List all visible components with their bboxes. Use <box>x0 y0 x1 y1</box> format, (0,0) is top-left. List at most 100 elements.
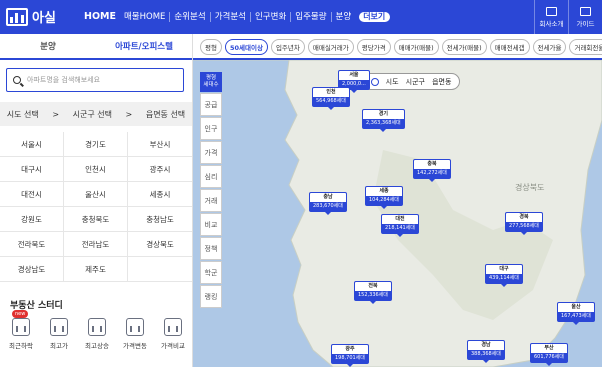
marker-value: 152,336세대 <box>355 291 391 300</box>
map-marker-gyeonggi[interactable]: 경기 2,363,368세대 <box>362 109 405 132</box>
marker-name: 충남 <box>323 194 333 200</box>
map-marker-chungnam[interactable]: 충남 283,670세대 <box>309 192 347 215</box>
region-item[interactable]: 세종시 <box>128 182 192 207</box>
nav-listings[interactable]: 매물HOME <box>120 12 171 22</box>
top-navigation-bar: 아실 HOME 매물HOME 순위분석 가격분석 인구변화 입주물량 분양 더보… <box>0 0 602 34</box>
filter-chip[interactable]: 매매가(매물) <box>393 39 439 55</box>
map-marker-busan[interactable]: 부산 601,776세대 <box>530 343 568 366</box>
map-marker-gyeongbuk[interactable]: 경북 277,568세대 <box>505 212 543 235</box>
study-price-compare[interactable]: 가격비교 <box>156 318 190 350</box>
toolbar-policy[interactable]: 정책 <box>200 237 222 260</box>
map-marker-jeonbuk[interactable]: 전북 152,336세대 <box>354 281 392 304</box>
region-item[interactable]: 충청남도 <box>128 207 192 232</box>
nav-population[interactable]: 인구변화 <box>251 12 292 22</box>
filter-chip-active[interactable]: 50세대이상 <box>224 39 268 55</box>
company-info-label: 회사소개 <box>539 19 564 28</box>
filter-chip[interactable]: 전세가율 <box>532 39 567 55</box>
marker-name: 서울 <box>349 72 359 78</box>
guide-button[interactable]: 가이드 <box>568 0 602 34</box>
region-item[interactable]: 경상남도 <box>0 257 64 282</box>
marker-name: 경기 <box>378 111 388 117</box>
tab-apartment[interactable]: 아파트/오피스텔 <box>96 34 192 58</box>
region-item[interactable]: 경상북도 <box>128 232 192 257</box>
right-menu: 회사소개 가이드 <box>534 0 602 34</box>
toolbar-price[interactable]: 가격 <box>200 141 222 164</box>
company-info-button[interactable]: 회사소개 <box>534 0 568 34</box>
tab-presale[interactable]: 분양 <box>0 34 96 58</box>
filter-chip[interactable]: 평형 <box>200 39 222 55</box>
region-item[interactable]: 전라북도 <box>0 232 64 257</box>
toolbar-compare[interactable]: 비교 <box>200 213 222 236</box>
region-grid: 서울시 경기도 부산시 대구시 인천시 광주시 대전시 울산시 세종시 강원도 … <box>0 132 192 282</box>
toolbar-supply[interactable]: 공급 <box>200 93 222 116</box>
toolbar-trade[interactable]: 거래 <box>200 189 222 212</box>
region-item[interactable]: 서울시 <box>0 132 64 157</box>
map-marker-chungbuk[interactable]: 충북 142,272세대 <box>413 159 451 182</box>
toolbar-header[interactable]: 평형 세대수 <box>200 72 222 92</box>
level-province[interactable]: 시도 <box>386 77 399 87</box>
study-label: 최고가 <box>50 342 68 350</box>
region-item[interactable]: 부산시 <box>128 132 192 157</box>
nav-home[interactable]: HOME <box>80 12 120 22</box>
map-marker-sejong[interactable]: 세종 104,284세대 <box>365 186 403 209</box>
study-price-change[interactable]: 가격변동 <box>118 318 152 350</box>
breadcrumb-separator: > <box>52 109 60 119</box>
study-label: 최고상승 <box>85 342 109 350</box>
search-input[interactable]: 아파트명을 검색해보세요 <box>6 68 184 92</box>
nav-presale[interactable]: 분양 <box>332 12 356 22</box>
region-item[interactable]: 대구시 <box>0 157 64 182</box>
nav-price-analysis[interactable]: 가격분석 <box>211 12 251 22</box>
region-item[interactable]: 대전시 <box>0 182 64 207</box>
main-nav: HOME 매물HOME 순위분석 가격분석 인구변화 입주물량 분양 더보기 <box>80 0 391 34</box>
map-marker-ulsan[interactable]: 울산 167,473세대 <box>557 302 595 325</box>
toolbar-school[interactable]: 학군 <box>200 261 222 284</box>
filter-chip[interactable]: 거래회전율 <box>569 39 602 55</box>
select-town[interactable]: 읍면동 선택 <box>146 109 185 120</box>
study-top-rise[interactable]: 최고상승 <box>80 318 114 350</box>
region-item[interactable]: 전라남도 <box>64 232 128 257</box>
region-item[interactable]: 강원도 <box>0 207 64 232</box>
toolbar-population[interactable]: 인구 <box>200 117 222 140</box>
map-marker-incheon[interactable]: 인천 564,968세대 <box>312 87 350 110</box>
map-marker-daegu[interactable]: 대구 439,114세대 <box>485 264 523 287</box>
map-marker-daejeon[interactable]: 대전 218,141세대 <box>381 214 419 237</box>
marker-name: 충북 <box>427 161 437 167</box>
filter-chip[interactable]: 전세가(매물) <box>441 39 487 55</box>
select-province[interactable]: 시도 선택 <box>7 109 39 120</box>
region-item[interactable]: 충청북도 <box>64 207 128 232</box>
filter-chip[interactable]: 매매전세갭 <box>489 39 530 55</box>
region-item[interactable]: 울산시 <box>64 182 128 207</box>
nav-supply[interactable]: 입주물량 <box>291 12 332 22</box>
toolbar-ranking[interactable]: 랭킹 <box>200 285 222 308</box>
filter-chip[interactable]: 평당가격 <box>356 39 391 55</box>
more-button[interactable]: 더보기 <box>359 12 391 22</box>
marker-value: 167,473세대 <box>558 312 594 321</box>
toolbar-sentiment[interactable]: 심리 <box>200 165 222 188</box>
marker-name: 울산 <box>571 304 581 310</box>
region-item[interactable]: 인천시 <box>64 157 128 182</box>
new-badge: new <box>12 310 29 318</box>
region-item[interactable]: 경기도 <box>64 132 128 157</box>
study-recent-drop[interactable]: new 최근하락 <box>4 310 38 350</box>
map-marker-gyeongnam[interactable]: 경남 388,368세대 <box>467 340 505 363</box>
marker-value: 2,363,368세대 <box>363 119 404 128</box>
filter-chip[interactable]: 매매실거래가 <box>307 39 354 55</box>
marker-value: 142,272세대 <box>414 169 450 178</box>
level-town[interactable]: 읍면동 <box>432 77 451 87</box>
region-item[interactable]: 광주시 <box>128 157 192 182</box>
marker-name: 대전 <box>395 216 405 222</box>
filter-chip[interactable]: 입주년차 <box>270 39 305 55</box>
marker-name: 경남 <box>481 342 491 348</box>
marker-value: 439,114세대 <box>486 274 522 283</box>
region-item[interactable]: 제주도 <box>64 257 128 282</box>
study-label: 가격변동 <box>123 342 147 350</box>
nav-ranking[interactable]: 순위분석 <box>170 12 211 22</box>
study-highest-price[interactable]: 최고가 <box>42 318 76 350</box>
crown-chart-icon <box>50 318 68 336</box>
level-district[interactable]: 시군구 <box>406 77 425 87</box>
logo-text: 아실 <box>32 11 56 26</box>
app-logo[interactable]: 아실 <box>6 7 56 26</box>
select-district[interactable]: 시군구 선택 <box>73 109 112 120</box>
map-marker-gwangju[interactable]: 광주 198,701세대 <box>331 344 369 367</box>
marker-name: 부산 <box>544 345 554 351</box>
